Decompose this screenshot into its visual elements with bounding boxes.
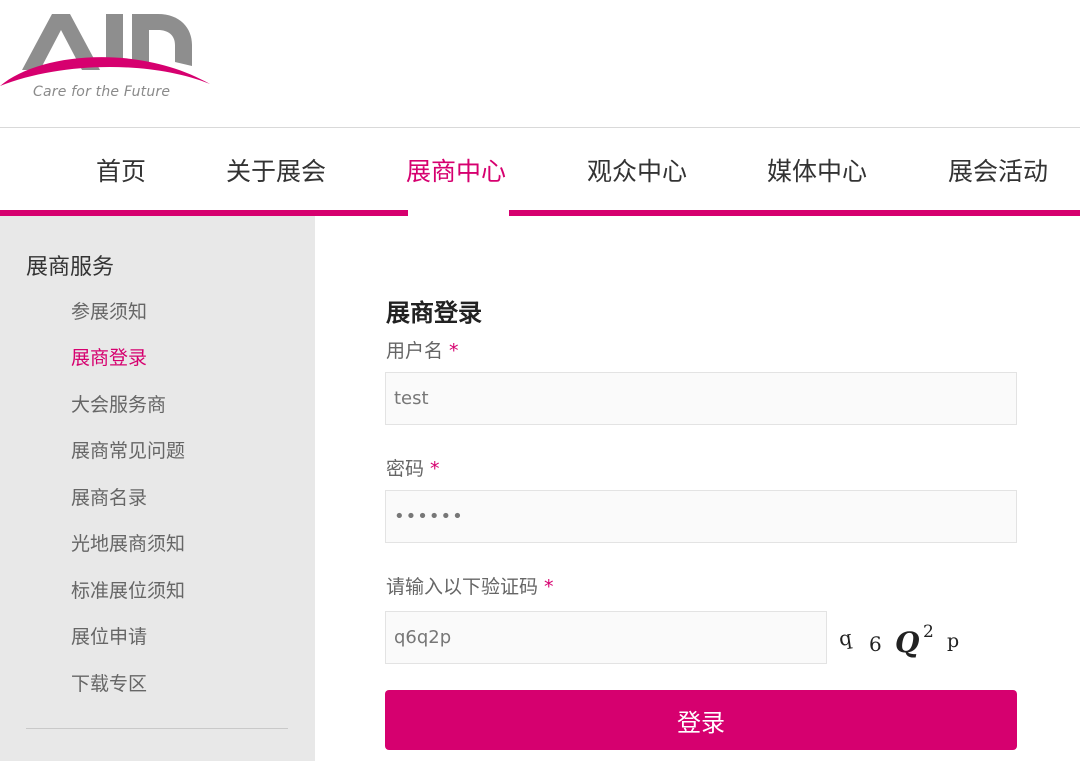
logo-tagline: Care for the Future <box>33 84 171 100</box>
sidebar-item-exhibit-notice[interactable]: 参展须知 <box>71 297 147 324</box>
login-button[interactable]: 登录 <box>385 690 1017 750</box>
sidebar-item-booth-application[interactable]: 展位申请 <box>71 622 147 649</box>
sidebar-item-exhibitor-directory[interactable]: 展商名录 <box>71 483 147 510</box>
captcha-char: 2 <box>923 622 934 642</box>
username-label: 用户名 * <box>386 336 459 363</box>
page-title: 展商登录 <box>386 299 482 327</box>
required-mark: * <box>449 340 459 362</box>
username-label-text: 用户名 <box>386 340 444 362</box>
nav-item-about[interactable]: 关于展会 <box>226 152 326 188</box>
captcha-char: Q <box>895 626 920 659</box>
password-label-text: 密码 <box>386 458 425 480</box>
required-mark: * <box>544 576 554 598</box>
nav-active-indicator <box>408 210 509 216</box>
sidebar-item-faq[interactable]: 展商常见问题 <box>71 436 185 463</box>
sidebar-item-service-providers[interactable]: 大会服务商 <box>71 390 166 417</box>
captcha-char: p <box>947 630 960 652</box>
username-input[interactable] <box>385 372 1017 425</box>
sidebar-divider <box>26 728 288 729</box>
sidebar-item-standard-booth-notice[interactable]: 标准展位须知 <box>71 576 185 603</box>
main-nav <box>0 128 1080 216</box>
nav-item-events[interactable]: 展会活动 <box>948 152 1048 188</box>
captcha-char: 6 <box>869 632 882 656</box>
site-header: Care for the Future <box>0 0 1080 128</box>
nav-item-home[interactable]: 首页 <box>96 152 146 188</box>
captcha-char: q <box>837 625 854 651</box>
password-input[interactable] <box>385 490 1017 543</box>
required-mark: * <box>430 458 440 480</box>
nav-item-media-center[interactable]: 媒体中心 <box>767 152 867 188</box>
sidebar-title: 展商服务 <box>26 255 115 280</box>
sidebar-item-downloads[interactable]: 下载专区 <box>71 669 147 696</box>
sidebar <box>0 216 315 761</box>
captcha-label: 请输入以下验证码 * <box>386 572 554 599</box>
sidebar-item-exhibitor-login[interactable]: 展商登录 <box>71 343 147 370</box>
password-label: 密码 * <box>386 454 440 481</box>
captcha-image[interactable]: q 6 Q 2 p <box>837 622 977 662</box>
nav-item-visitor-center[interactable]: 观众中心 <box>587 152 687 188</box>
nav-item-exhibitor-center[interactable]: 展商中心 <box>406 152 506 188</box>
captcha-label-text: 请输入以下验证码 <box>386 576 539 598</box>
captcha-input[interactable] <box>385 611 827 664</box>
sidebar-item-raw-space-notice[interactable]: 光地展商须知 <box>71 529 185 556</box>
